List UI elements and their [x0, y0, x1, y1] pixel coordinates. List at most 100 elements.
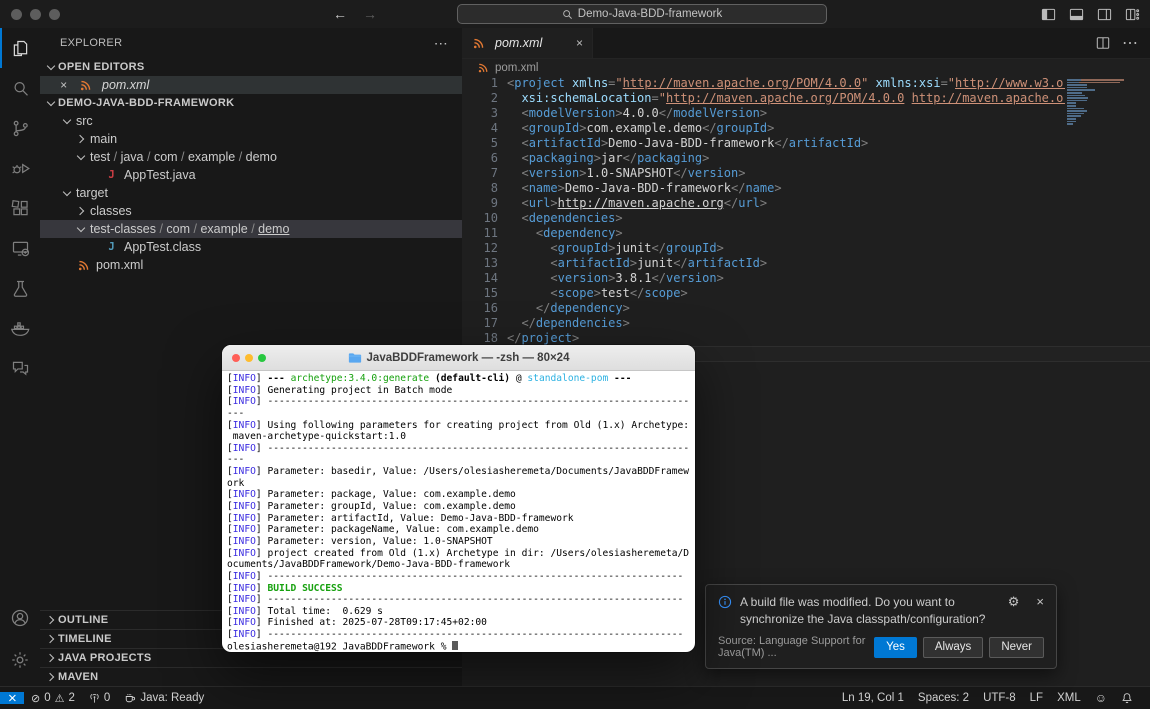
activity-account[interactable]	[0, 598, 40, 638]
activity-settings[interactable]	[0, 640, 40, 680]
sidebar-section-maven[interactable]: MAVEN	[40, 667, 462, 686]
terminal-line: ---	[227, 407, 245, 419]
java-status[interactable]: Java: Ready	[117, 692, 211, 704]
zoom-button[interactable]	[258, 353, 266, 362]
notification-gear-icon[interactable]: ⚙	[1008, 594, 1020, 610]
tree-item-test-classes-com-example-demo[interactable]: test-classes / com / example / demo	[40, 220, 462, 238]
open-editor-item-pom-xml[interactable]: × pom.xml	[40, 76, 462, 94]
activity-comments[interactable]	[0, 348, 40, 388]
terminal-line: [INFO] Using following parameters for cr…	[227, 419, 690, 431]
ports-status[interactable]: 0	[82, 692, 117, 704]
status-item-lf[interactable]: LF	[1023, 692, 1050, 704]
minimap[interactable]	[1065, 77, 1150, 686]
notification-close-icon[interactable]: ×	[1036, 594, 1044, 609]
terminal-line: [INFO] ---------------------------------…	[227, 396, 690, 408]
section-label: JAVA PROJECTS	[58, 652, 152, 664]
terminal-titlebar[interactable]: JavaBDDFramework — -zsh — 80×24	[222, 345, 695, 371]
code-line: 8 <name>Demo-Java-BDD-framework</name>	[462, 181, 1065, 196]
extensions-icon	[10, 198, 31, 219]
notification-button-yes[interactable]: Yes	[874, 636, 917, 658]
terminal-line: ocuments/JavaBDDFramework/Demo-Java-BDD-…	[227, 559, 511, 571]
tree-item-apptest-java[interactable]: J AppTest.java	[40, 166, 462, 184]
terminal-window[interactable]: JavaBDDFramework — -zsh — 80×24 [INFO] -…	[222, 345, 695, 652]
chevron-right-icon	[44, 670, 58, 684]
tree-item-label: test-classes / com / example / demo	[90, 222, 290, 236]
activity-explorer[interactable]	[0, 28, 40, 68]
code-line: 9 <url>http://maven.apache.org</url>	[462, 196, 1065, 211]
notification-button-never[interactable]: Never	[989, 636, 1044, 658]
code-line: 11 <dependency>	[462, 226, 1065, 241]
chevron-down-icon	[60, 114, 74, 128]
code-line: 10 <dependencies>	[462, 211, 1065, 226]
problems-status[interactable]: ⊘ 0 ⚠ 2	[24, 692, 82, 705]
terminal-line: maven-archetype-quickstart:1.0	[227, 431, 407, 443]
minimize-button[interactable]	[245, 353, 253, 362]
tab-pom-xml[interactable]: pom.xml ×	[462, 28, 593, 58]
code-lines: 1 <project xmlns="http://maven.apache.org…	[462, 76, 1065, 361]
close-tab-icon[interactable]: ×	[576, 36, 583, 50]
notifications-bell-icon[interactable]	[1114, 692, 1140, 704]
activity-search[interactable]	[0, 68, 40, 108]
line-number: 13	[483, 256, 498, 270]
chevron-down-icon	[74, 222, 88, 236]
activity-extensions[interactable]	[0, 188, 40, 228]
window-controls[interactable]	[11, 9, 60, 20]
toggle-sidebar-icon[interactable]	[1041, 7, 1056, 22]
status-item-utf-8[interactable]: UTF-8	[976, 692, 1023, 704]
tree-item-apptest-class[interactable]: J AppTest.class	[40, 238, 462, 256]
maximize-window-button[interactable]	[49, 9, 60, 20]
breadcrumb[interactable]: pom.xml	[462, 59, 1150, 77]
activity-testing[interactable]	[0, 268, 40, 308]
line-number: 8	[490, 181, 498, 195]
tree-item-main[interactable]: main	[40, 130, 462, 148]
warning-icon: ⚠	[54, 692, 65, 705]
chevron-down-icon	[44, 96, 58, 110]
line-number: 16	[483, 301, 498, 315]
forward-arrow-icon[interactable]: →	[363, 6, 377, 22]
close-editor-icon[interactable]: ×	[60, 78, 72, 92]
activity-run-debug[interactable]	[0, 148, 40, 188]
open-editors-section-header[interactable]: OPEN EDITORS	[40, 58, 462, 76]
files-icon	[10, 38, 31, 59]
terminal-line: [INFO] Parameter: artifactId, Value: Dem…	[227, 512, 574, 524]
editor-more-actions-icon[interactable]: ⋯	[1122, 33, 1138, 53]
tree-item-label: target	[76, 186, 108, 200]
close-window-button[interactable]	[11, 9, 22, 20]
feedback-smiley-icon[interactable]: ☺	[1088, 691, 1114, 705]
status-item-ln-19-col-1[interactable]: Ln 19, Col 1	[835, 692, 911, 704]
close-button[interactable]	[232, 353, 240, 362]
project-section-header[interactable]: DEMO-JAVA-BDD-FRAMEWORK	[40, 94, 462, 112]
toggle-secondary-sidebar-icon[interactable]	[1097, 7, 1112, 22]
activity-docker[interactable]	[0, 308, 40, 348]
back-arrow-icon[interactable]: ←	[333, 6, 347, 22]
chevron-right-icon	[44, 651, 58, 665]
split-editor-icon[interactable]	[1096, 36, 1110, 50]
status-item-xml[interactable]: XML	[1050, 692, 1088, 704]
tree-item-classes[interactable]: classes	[40, 202, 462, 220]
terminal-output[interactable]: [INFO] --- archetype:3.4.0:generate (def…	[222, 371, 695, 652]
tree-item-pom-xml[interactable]: pom.xml	[40, 256, 462, 274]
minimize-window-button[interactable]	[30, 9, 41, 20]
terminal-line: [INFO] ---------------------------------…	[227, 629, 684, 641]
chevron-right-icon	[74, 204, 88, 218]
command-center-search[interactable]: Demo-Java-BDD-framework	[457, 4, 827, 24]
explorer-more-actions-icon[interactable]: ⋯	[434, 35, 448, 52]
notification-button-always[interactable]: Always	[922, 636, 984, 658]
terminal-window-controls[interactable]	[232, 345, 266, 370]
status-item-spaces-2[interactable]: Spaces: 2	[911, 692, 976, 704]
chevron-down-icon	[44, 60, 58, 74]
tree-item-src[interactable]: src	[40, 112, 462, 130]
customize-layout-icon[interactable]	[1125, 7, 1140, 22]
remote-indicator[interactable]	[0, 692, 24, 704]
tree-item-test-java-com-example-demo[interactable]: test / java / com / example / demo	[40, 148, 462, 166]
toggle-panel-icon[interactable]	[1069, 7, 1084, 22]
activity-source-control[interactable]	[0, 108, 40, 148]
tree-item-label: src	[76, 114, 93, 128]
debug-icon	[10, 158, 31, 179]
code-line: 15 <scope>test</scope>	[462, 286, 1065, 301]
tree-item-target[interactable]: target	[40, 184, 462, 202]
line-number: 17	[483, 316, 498, 330]
activity-remote-explorer[interactable]	[0, 228, 40, 268]
